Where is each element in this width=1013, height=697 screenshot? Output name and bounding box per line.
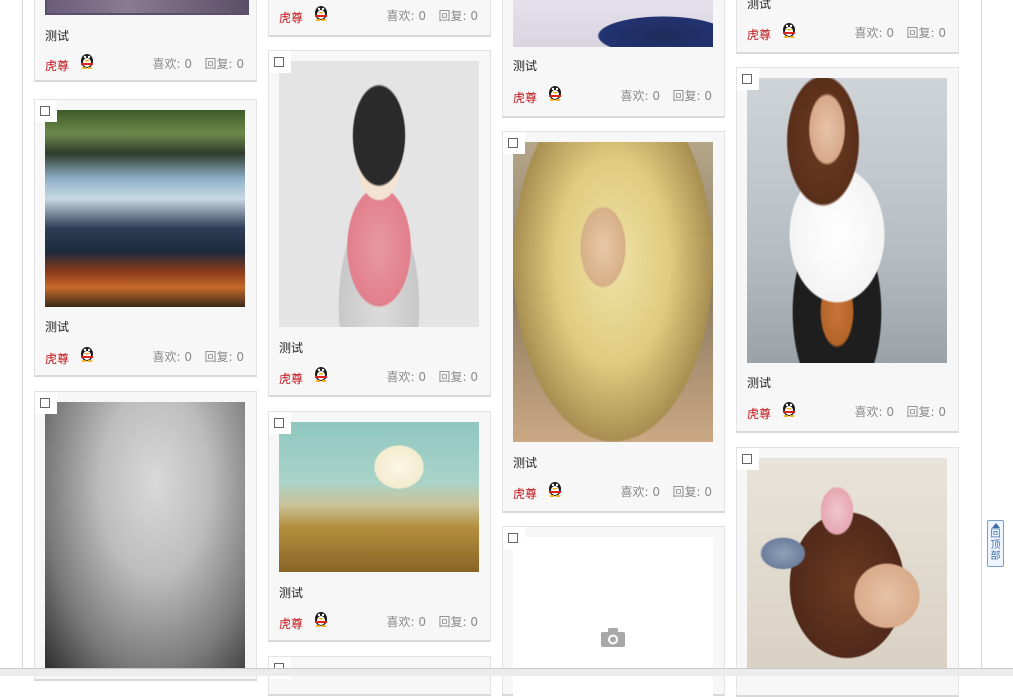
author-link[interactable]: 虎尊	[45, 57, 69, 74]
photo-image[interactable]	[45, 110, 245, 307]
qq-penguin-icon[interactable]	[79, 51, 95, 69]
likes-count[interactable]: 喜欢: 0	[153, 55, 193, 72]
back-to-top-button[interactable]: 回 顶 部	[987, 520, 1004, 567]
qq-penguin-icon[interactable]	[313, 3, 329, 21]
back-to-top-char: 顶	[990, 540, 1001, 551]
photo-meta: 虎尊 喜欢: 0 回复: 0	[45, 54, 245, 74]
photo-title[interactable]: 测试	[513, 57, 537, 74]
photo-meta: 虎尊 喜欢: 0 回复: 0	[45, 347, 245, 367]
photo-card: 测试 虎尊 喜欢: 0 回复: 0	[268, 50, 491, 397]
likes-count[interactable]: 喜欢: 0	[855, 403, 895, 420]
likes-count[interactable]: 喜欢: 0	[153, 348, 193, 365]
photo-meta: 虎尊 喜欢: 0 回复: 0	[279, 6, 479, 26]
author-link[interactable]: 虎尊	[747, 26, 771, 43]
qq-penguin-icon[interactable]	[79, 344, 95, 362]
photo-meta: 虎尊 喜欢: 0 回复: 0	[513, 482, 713, 502]
photo-title[interactable]: 测试	[513, 454, 537, 471]
replies-count[interactable]: 回复: 0	[439, 613, 479, 630]
select-checkbox[interactable]	[742, 454, 752, 464]
back-to-top-char: 回	[990, 529, 1001, 540]
author-link[interactable]: 虎尊	[45, 350, 69, 367]
photo-image[interactable]	[747, 458, 947, 670]
photo-title[interactable]: 测试	[45, 318, 69, 335]
photo-image[interactable]	[279, 61, 479, 327]
photo-card: 测试 虎尊 喜欢: 0 回复: 0	[736, 0, 959, 54]
photo-card: 虎尊 喜欢: 0 回复: 0	[268, 0, 491, 37]
select-checkbox[interactable]	[274, 418, 284, 428]
photo-image[interactable]	[513, 142, 713, 442]
photo-meta: 虎尊 喜欢: 0 回复: 0	[279, 612, 479, 632]
likes-count[interactable]: 喜欢: 0	[855, 24, 895, 41]
likes-count[interactable]: 喜欢: 0	[387, 7, 427, 24]
photo-title[interactable]: 测试	[279, 339, 303, 356]
qq-penguin-icon[interactable]	[313, 609, 329, 627]
likes-count[interactable]: 喜欢: 0	[387, 368, 427, 385]
select-checkbox[interactable]	[742, 74, 752, 84]
photo-card: 测试 虎尊 喜欢: 0 回复: 0	[502, 0, 725, 118]
qq-penguin-icon[interactable]	[781, 20, 797, 38]
camera-icon	[601, 628, 625, 647]
likes-count[interactable]: 喜欢: 0	[621, 483, 661, 500]
replies-count[interactable]: 回复: 0	[439, 7, 479, 24]
qq-penguin-icon[interactable]	[313, 364, 329, 382]
photo-card: 测试 虎尊 喜欢: 0 回复: 0	[502, 131, 725, 513]
qq-penguin-icon[interactable]	[547, 83, 563, 101]
qq-penguin-icon[interactable]	[547, 479, 563, 497]
photo-card	[34, 391, 257, 681]
author-link[interactable]: 虎尊	[513, 89, 537, 106]
select-checkbox[interactable]	[40, 398, 50, 408]
photo-card: 测试 虎尊 喜欢: 0 回复: 0	[736, 67, 959, 433]
photo-image[interactable]	[45, 402, 245, 672]
author-link[interactable]: 虎尊	[279, 615, 303, 632]
replies-count[interactable]: 回复: 0	[439, 368, 479, 385]
photo-card: 测试 虎尊 喜欢: 0 回复: 0	[268, 411, 491, 642]
author-link[interactable]: 虎尊	[513, 485, 537, 502]
author-link[interactable]: 虎尊	[747, 405, 771, 422]
author-link[interactable]: 虎尊	[279, 9, 303, 26]
photo-title[interactable]: 测试	[45, 27, 69, 44]
left-border	[22, 0, 23, 668]
author-link[interactable]: 虎尊	[279, 370, 303, 387]
photo-image[interactable]	[45, 0, 249, 15]
photo-meta: 虎尊 喜欢: 0 回复: 0	[747, 402, 947, 422]
select-checkbox[interactable]	[40, 106, 50, 116]
select-checkbox[interactable]	[508, 138, 518, 148]
replies-count[interactable]: 回复: 0	[673, 483, 713, 500]
replies-count[interactable]: 回复: 0	[907, 24, 947, 41]
photo-meta: 虎尊 喜欢: 0 回复: 0	[513, 86, 713, 106]
photo-meta: 虎尊 喜欢: 0 回复: 0	[279, 367, 479, 387]
likes-count[interactable]: 喜欢: 0	[621, 87, 661, 104]
replies-count[interactable]: 回复: 0	[907, 403, 947, 420]
photo-card	[268, 656, 491, 696]
replies-count[interactable]: 回复: 0	[673, 87, 713, 104]
right-border	[981, 0, 982, 668]
photo-image[interactable]	[747, 78, 947, 363]
replies-count[interactable]: 回复: 0	[205, 55, 245, 72]
qq-penguin-icon[interactable]	[781, 399, 797, 417]
arrow-up-icon	[991, 523, 1000, 528]
select-checkbox[interactable]	[274, 57, 284, 67]
photo-meta: 虎尊 喜欢: 0 回复: 0	[747, 23, 947, 43]
photo-title[interactable]: 测试	[279, 584, 303, 601]
likes-count[interactable]: 喜欢: 0	[387, 613, 427, 630]
photo-card	[736, 447, 959, 697]
photo-card: 测试 虎尊 喜欢: 0 回复: 0	[34, 99, 257, 377]
photo-image[interactable]	[279, 422, 479, 572]
photo-card: 测试 虎尊 喜欢: 0 回复: 0	[34, 0, 257, 82]
photo-title[interactable]: 测试	[747, 374, 771, 391]
photo-title[interactable]: 测试	[747, 0, 771, 12]
replies-count[interactable]: 回复: 0	[205, 348, 245, 365]
photo-image[interactable]	[513, 0, 713, 47]
select-checkbox[interactable]	[508, 533, 518, 543]
back-to-top-char: 部	[990, 551, 1001, 562]
